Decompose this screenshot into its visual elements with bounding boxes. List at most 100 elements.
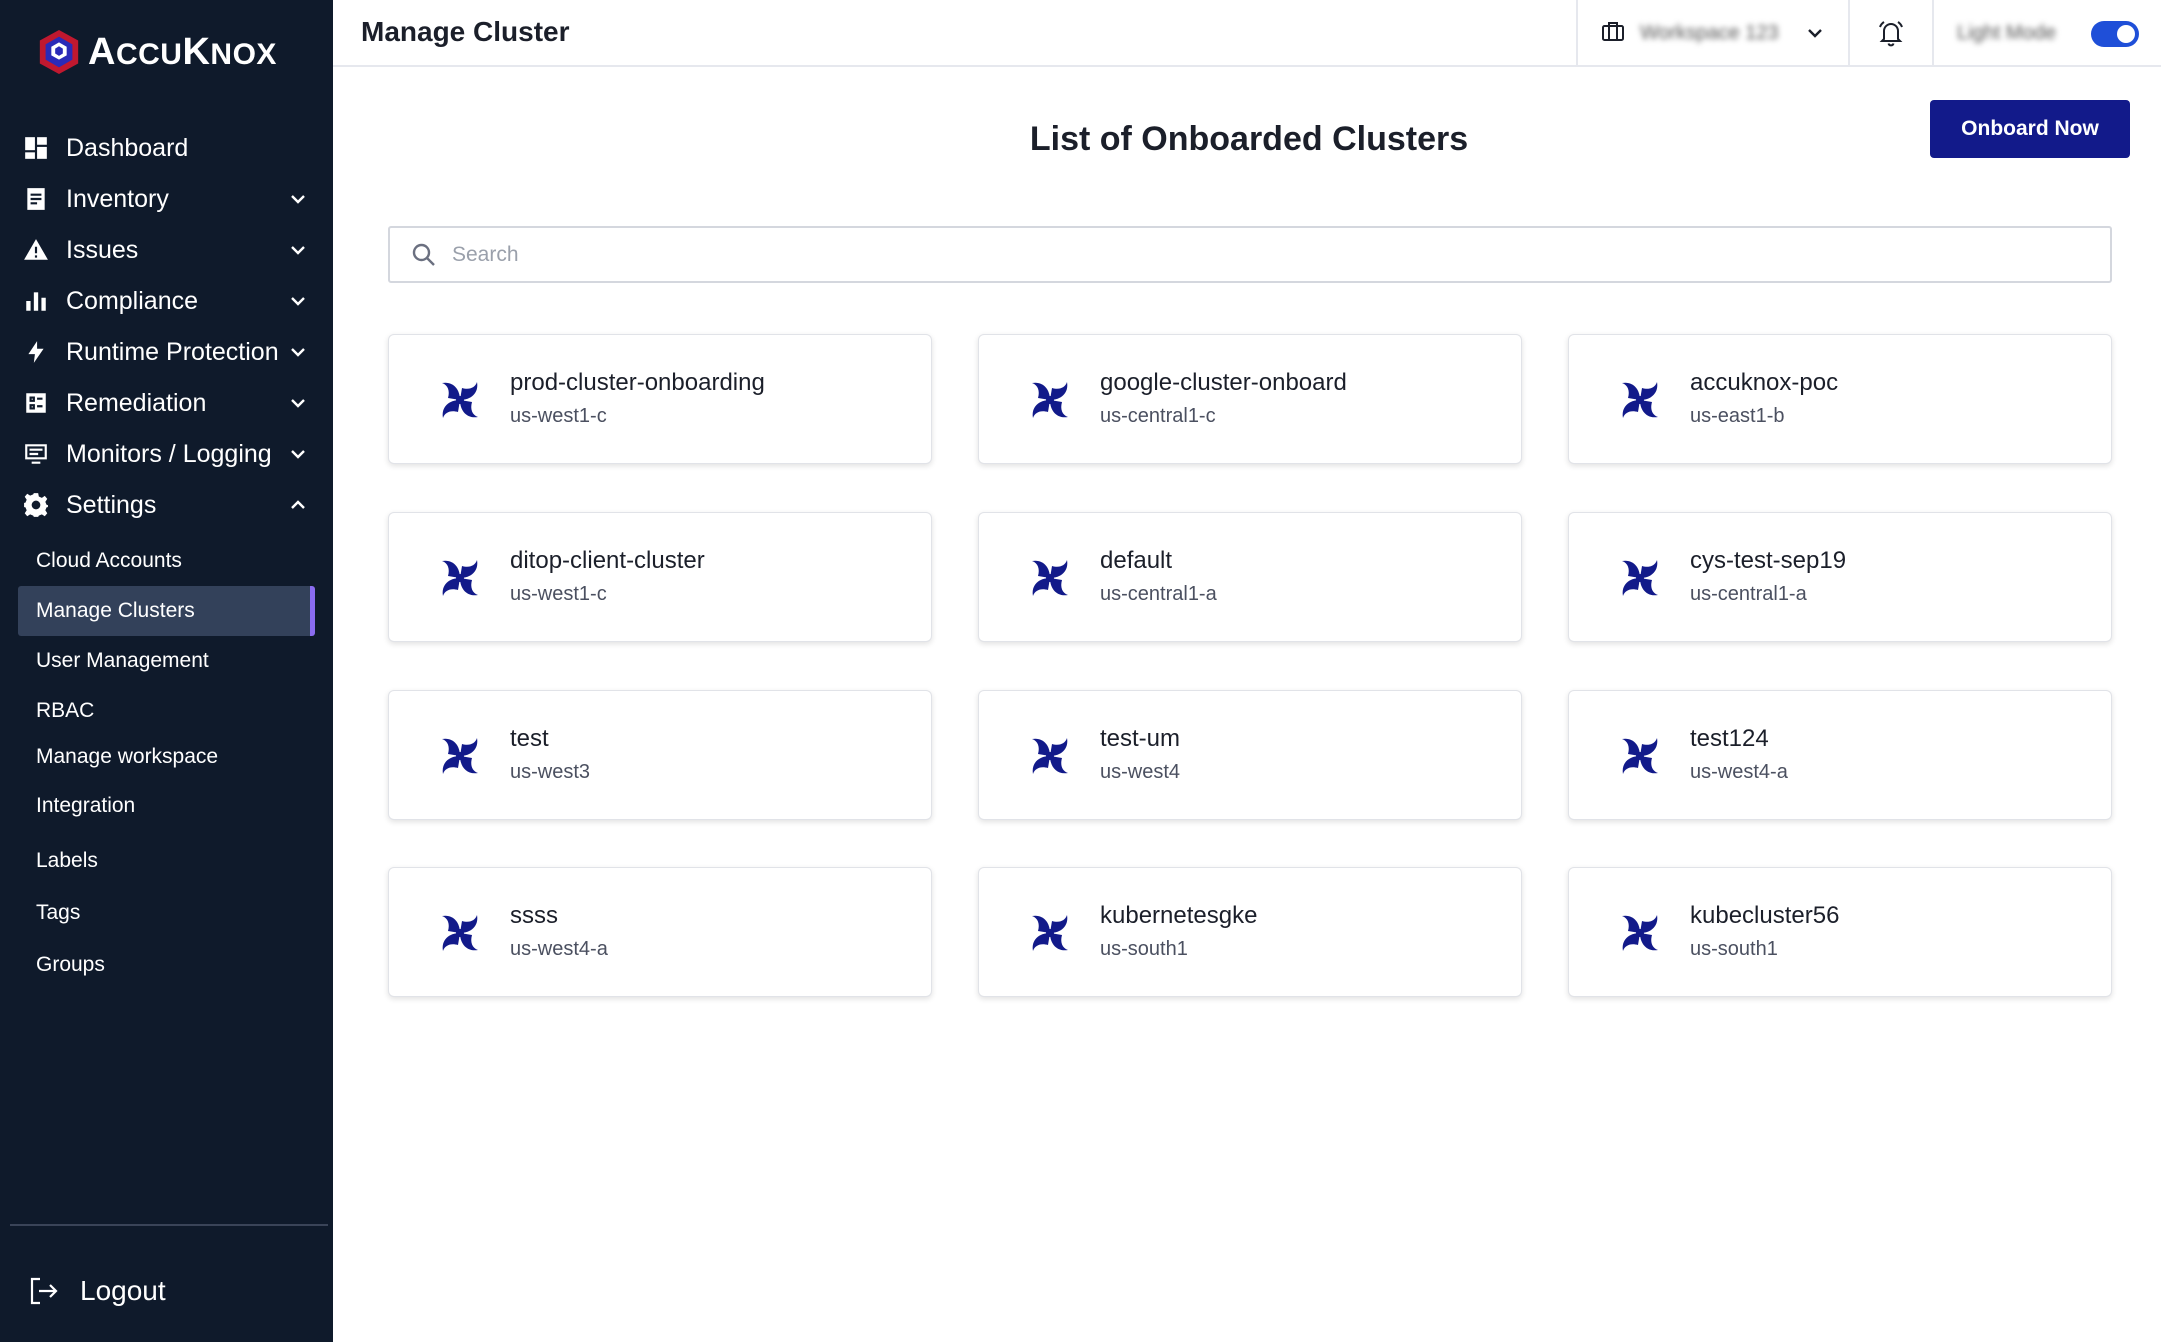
sidebar-item-settings[interactable]: Settings [18, 481, 318, 529]
cluster-icon [1032, 738, 1068, 774]
settings-item-groups[interactable]: Groups [18, 940, 315, 990]
sidebar-item-label: Inventory [66, 184, 169, 213]
chevron-down-icon [286, 442, 310, 466]
cluster-name: google-cluster-onboard [1100, 369, 1347, 396]
cluster-icon [1613, 729, 1667, 783]
list-heading: List of Onboarded Clusters [1029, 120, 1469, 158]
logout-icon [30, 1277, 58, 1305]
logout-button[interactable]: Logout [26, 1266, 166, 1316]
settings-item-tags[interactable]: Tags [18, 888, 315, 938]
chevron-down-icon [286, 238, 310, 262]
search-input[interactable] [452, 242, 2052, 267]
settings-item-user-management[interactable]: User Management [18, 636, 315, 686]
cluster-card[interactable]: kubecluster56 us-south1 [1568, 867, 2112, 997]
cluster-icon [442, 560, 478, 596]
settings-item-integration[interactable]: Integration [18, 781, 315, 831]
sidebar-item-issues[interactable]: Issues [18, 226, 318, 274]
light-mode-toggle[interactable] [2091, 21, 2139, 47]
sidebar-item-runtime-protection[interactable]: Runtime Protection [18, 328, 318, 376]
cluster-icon [1023, 373, 1077, 427]
cluster-region: us-west4-a [510, 938, 608, 960]
settings-item-manage-workspace[interactable]: Manage workspace [18, 732, 315, 782]
mode-label: Light Mode [1957, 22, 2056, 44]
cluster-name: default [1100, 547, 1173, 574]
warning-icon [18, 232, 54, 268]
sidebar-item-label: Compliance [66, 286, 199, 315]
cluster-icon [433, 729, 487, 783]
cluster-icon [1023, 729, 1077, 783]
sidebar-item-label: Dashboard [66, 133, 189, 162]
chevron-up-icon [286, 493, 310, 517]
cluster-icon [433, 551, 487, 605]
settings-item-cloud-accounts[interactable]: Cloud Accounts [18, 536, 315, 586]
sidebar-item-monitors-logging[interactable]: Monitors / Logging [18, 430, 318, 478]
cluster-region: us-west1-c [510, 583, 607, 605]
settings-item-labels[interactable]: Labels [18, 836, 315, 886]
cluster-icon [1622, 738, 1658, 774]
sidebar-item-label: Remediation [66, 388, 207, 417]
sidebar-item-dashboard[interactable]: Dashboard [18, 124, 318, 172]
cluster-region: us-west1-c [510, 405, 607, 427]
workspace-selector[interactable]: Workspace 123 [1576, 0, 1848, 66]
cluster-name: accuknox-poc [1690, 369, 1839, 396]
logout-label: Logout [80, 1275, 166, 1306]
cluster-icon [442, 382, 478, 418]
accuknox-logo[interactable]: ACCUKNOX [36, 26, 277, 78]
sidebar-item-label: Monitors / Logging [66, 439, 272, 468]
sidebar-item-inventory[interactable]: Inventory [18, 175, 318, 223]
cluster-name: test [510, 725, 549, 752]
cluster-name: cys-test-sep19 [1690, 547, 1847, 574]
search-box[interactable] [388, 226, 2112, 283]
cluster-card[interactable]: ditop-client-cluster us-west1-c [388, 512, 932, 642]
sidebar-item-compliance[interactable]: Compliance [18, 277, 318, 325]
cluster-icon [1613, 373, 1667, 427]
chevron-down-icon [286, 340, 310, 364]
cluster-card[interactable]: ssss us-west4-a [388, 867, 932, 997]
settings-item-rbac[interactable]: RBAC [18, 686, 315, 736]
workspace-name: Workspace 123 [1640, 21, 1779, 44]
cluster-card[interactable]: kubernetesgke us-south1 [978, 867, 1522, 997]
settings-item-manage-clusters[interactable]: Manage Clusters [18, 586, 315, 636]
cluster-name: kubernetesgke [1100, 902, 1258, 929]
page-title: Manage Cluster [361, 16, 570, 47]
remediation-icon [18, 385, 54, 421]
chevron-down-icon [286, 289, 310, 313]
cluster-card[interactable]: test us-west3 [388, 690, 932, 820]
dashboard-icon [18, 130, 54, 166]
inventory-icon [18, 181, 54, 217]
chevron-down-icon [286, 391, 310, 415]
cluster-icon [1023, 906, 1077, 960]
cluster-icon [1613, 551, 1667, 605]
cluster-card[interactable]: cys-test-sep19 us-central1-a [1568, 512, 2112, 642]
cluster-region: us-west4-a [1690, 761, 1788, 783]
cluster-card[interactable]: test-um us-west4 [978, 690, 1522, 820]
sidebar: ACCUKNOX Dashboard Inventory Issues Complia… [0, 0, 333, 1342]
cluster-icon [442, 915, 478, 951]
cluster-card[interactable]: accuknox-poc us-east1-b [1568, 334, 2112, 464]
sidebar-item-remediation[interactable]: Remediation [18, 379, 318, 427]
cluster-name: prod-cluster-onboarding [510, 369, 765, 396]
cluster-icon [1032, 915, 1068, 951]
cluster-icon [1032, 560, 1068, 596]
cluster-icon [442, 738, 478, 774]
workspace-icon [1600, 18, 1626, 49]
cluster-name: test124 [1690, 725, 1769, 752]
sidebar-item-label: Runtime Protection [66, 337, 279, 366]
cluster-icon [1622, 915, 1658, 951]
gear-icon [18, 487, 54, 523]
cluster-icon [1622, 382, 1658, 418]
onboard-now-button[interactable]: Onboard Now [1930, 100, 2130, 158]
chevron-down-icon [1804, 22, 1826, 49]
search-icon [412, 243, 435, 266]
cluster-name: ditop-client-cluster [510, 547, 705, 574]
chevron-down-icon [286, 187, 310, 211]
cluster-region: us-central1-c [1100, 405, 1216, 427]
cluster-name: ssss [510, 902, 558, 929]
bar-chart-icon [18, 283, 54, 319]
cluster-card[interactable]: prod-cluster-onboarding us-west1-c [388, 334, 932, 464]
cluster-region: us-west3 [510, 761, 591, 783]
cluster-card[interactable]: default us-central1-a [978, 512, 1522, 642]
cluster-card[interactable]: test124 us-west4-a [1568, 690, 2112, 820]
notifications-button[interactable] [1848, 0, 1934, 66]
cluster-card[interactable]: google-cluster-onboard us-central1-c [978, 334, 1522, 464]
